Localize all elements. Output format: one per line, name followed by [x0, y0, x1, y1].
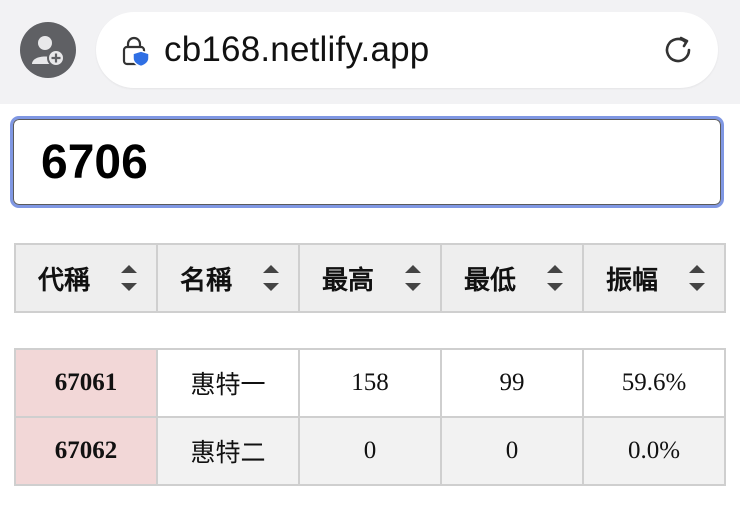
reload-icon[interactable] [660, 32, 696, 68]
column-header-code[interactable]: 代稱 [14, 243, 158, 313]
results-table: 67061 惠特一 158 99 59.6% 67062 惠特二 0 0 0.0… [14, 348, 726, 486]
column-header-label: 振幅 [606, 265, 659, 296]
name-cell: 惠特一 [156, 348, 300, 418]
amplitude-cell: 0.0% [582, 416, 726, 486]
column-header-label: 名稱 [180, 265, 233, 296]
table-header: 代稱 名稱 最高 最低 振幅 [14, 243, 726, 313]
column-header-label: 代稱 [38, 265, 91, 296]
search-input[interactable] [10, 116, 724, 208]
column-header-low[interactable]: 最低 [440, 243, 584, 313]
lock-shield-icon[interactable] [120, 36, 152, 68]
name-cell: 惠特二 [156, 416, 300, 486]
url-text[interactable]: cb168.netlify.app [164, 28, 429, 72]
column-header-label: 最高 [322, 265, 375, 296]
amplitude-cell: 59.6% [582, 348, 726, 418]
high-cell: 0 [298, 416, 442, 486]
sort-icon [121, 265, 137, 291]
table-row[interactable]: 67062 惠特二 0 0 0.0% [14, 416, 726, 486]
low-cell: 0 [440, 416, 584, 486]
table-row[interactable]: 67061 惠特一 158 99 59.6% [14, 348, 726, 418]
high-cell: 158 [298, 348, 442, 418]
sort-icon [405, 265, 421, 291]
code-cell: 67061 [14, 348, 158, 418]
column-header-name[interactable]: 名稱 [156, 243, 300, 313]
sort-icon [263, 265, 279, 291]
profile-add-icon[interactable] [20, 22, 76, 78]
sort-icon [689, 265, 705, 291]
column-header-amplitude[interactable]: 振幅 [582, 243, 726, 313]
low-cell: 99 [440, 348, 584, 418]
browser-toolbar: cb168.netlify.app [0, 0, 740, 104]
address-bar[interactable]: cb168.netlify.app [96, 12, 718, 88]
sort-icon [547, 265, 563, 291]
column-header-high[interactable]: 最高 [298, 243, 442, 313]
code-cell: 67062 [14, 416, 158, 486]
column-header-label: 最低 [464, 265, 517, 296]
